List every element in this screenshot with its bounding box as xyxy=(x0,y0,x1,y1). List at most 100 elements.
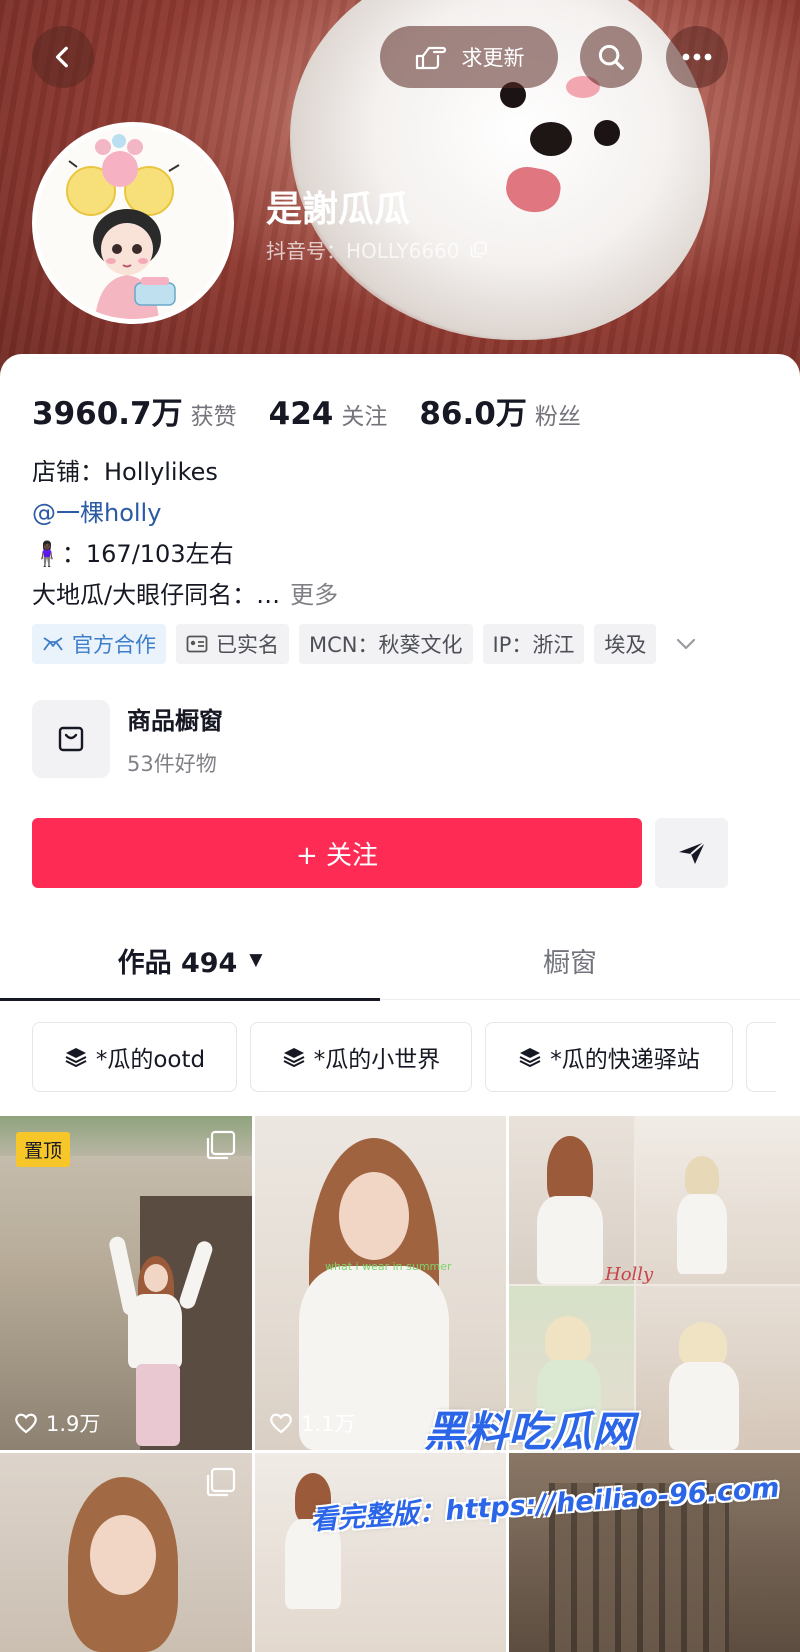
content-tabs: 作品 494 ▼ 橱窗 xyxy=(0,920,800,1001)
tag-ip[interactable]: IP：浙江 xyxy=(482,624,585,664)
video-grid: 置顶 1.9万 what i wear in summer 1.1万 Holly xyxy=(0,1116,800,1652)
share-button[interactable] xyxy=(655,818,728,888)
search-button[interactable] xyxy=(580,26,642,88)
tag-verified[interactable]: 已实名 xyxy=(176,624,289,664)
layers-icon xyxy=(519,1048,541,1068)
back-button[interactable] xyxy=(32,26,94,88)
shopping-bag-icon xyxy=(58,726,84,752)
multi-image-icon xyxy=(206,1130,236,1160)
tags-expand-button[interactable] xyxy=(666,624,706,664)
layers-icon xyxy=(65,1048,87,1068)
video-caption: what i wear in summer xyxy=(325,1260,452,1273)
video-thumbnail[interactable]: 置顶 1.9万 xyxy=(0,1116,252,1450)
video-thumbnail[interactable] xyxy=(255,1453,506,1652)
send-icon xyxy=(678,841,706,864)
stat-value: 86.0万 xyxy=(419,396,527,432)
bio-aliases-line: 大地瓜/大眼仔同名：… 更多 xyxy=(32,575,338,610)
shop-window-entry[interactable]: 商品橱窗 53件好物 xyxy=(32,700,223,778)
figure-hat xyxy=(545,1316,591,1362)
bio-shop-line: 店铺：Hollylikes xyxy=(32,458,218,486)
figure-hat xyxy=(679,1322,727,1366)
bio-height-text: ：167/103左右 xyxy=(61,540,234,568)
figure-arm xyxy=(107,1235,141,1317)
like-count-text: 1.9万 xyxy=(46,1412,101,1436)
bio-height-line: 🧍🏿‍♀️：167/103左右 xyxy=(32,534,234,569)
active-tab-indicator xyxy=(0,998,380,1001)
collection-chip[interactable]: *瓜的快递驿站 xyxy=(485,1022,733,1092)
tab-works[interactable]: 作品 494 ▼ xyxy=(0,920,380,1000)
tag-location[interactable]: 埃及 xyxy=(594,624,657,664)
stat-label: 获赞 xyxy=(190,404,237,430)
pointing-hand-icon xyxy=(415,46,446,70)
collection-chip[interactable]: *瓜的小世界 xyxy=(250,1022,472,1092)
watermark-title: 黑料吃瓜网 xyxy=(424,1407,635,1456)
bio-more-link[interactable]: 更多 xyxy=(290,581,338,609)
request-update-label: 求更新 xyxy=(461,46,525,70)
douyin-id-text: 抖音号：HOLLY6660 xyxy=(266,239,460,263)
more-button[interactable] xyxy=(666,26,728,88)
tag-official-cooperation[interactable]: 官方合作 xyxy=(32,624,166,664)
chevron-down-icon xyxy=(677,638,696,650)
caret-down-icon: ▼ xyxy=(249,950,263,970)
tag-mcn[interactable]: MCN：秋葵文化 xyxy=(299,624,473,664)
shop-title: 商品橱窗 xyxy=(127,706,223,735)
stat-following[interactable]: 424 关注 xyxy=(269,396,388,432)
pinned-badge: 置顶 xyxy=(16,1132,71,1167)
search-icon xyxy=(598,44,624,70)
collage-sign: Holly xyxy=(605,1264,654,1285)
bio-mention-link[interactable]: @一棵holly xyxy=(32,493,161,528)
dog-eye xyxy=(594,120,620,146)
stat-likes[interactable]: 3960.7万 获赞 xyxy=(32,388,237,433)
id-card-icon xyxy=(186,635,208,653)
avatar-illustration xyxy=(37,127,229,319)
video-thumbnail[interactable] xyxy=(0,1453,252,1652)
douyin-id[interactable]: 抖音号：HOLLY6660 xyxy=(266,235,488,264)
bio-aliases-text: 大地瓜/大眼仔同名：… xyxy=(32,581,281,609)
profile-name: 是謝瓜瓜 xyxy=(266,189,411,230)
follow-button[interactable]: + 关注 xyxy=(32,818,642,888)
shop-subtitle: 53件好物 xyxy=(127,751,217,776)
like-count: 1.1万 xyxy=(269,1408,355,1438)
stat-value: 3960.7万 xyxy=(32,396,183,432)
dog-nose xyxy=(530,122,572,156)
request-update-button[interactable]: 求更新 xyxy=(380,26,558,88)
stats-row: 3960.7万 获赞 424 关注 86.0万 粉丝 xyxy=(32,388,613,433)
shop-bag-tile xyxy=(32,700,110,778)
figure-hat xyxy=(685,1156,719,1196)
collections-row: *瓜的ootd *瓜的小世界 *瓜的快递驿站 xyxy=(32,1022,776,1092)
like-count: 1.9万 xyxy=(14,1408,100,1438)
tag-label: 官方合作 xyxy=(72,633,156,657)
collection-label: *瓜的ootd xyxy=(95,1047,206,1073)
more-dots-icon xyxy=(682,53,712,61)
figure-top xyxy=(669,1362,739,1450)
stat-followers[interactable]: 86.0万 粉丝 xyxy=(419,388,581,433)
handshake-icon xyxy=(43,637,63,651)
collection-chip[interactable]: *瓜的ootd xyxy=(32,1022,237,1092)
heart-outline-icon xyxy=(270,1413,292,1434)
figure-head xyxy=(144,1264,168,1292)
copy-icon[interactable] xyxy=(470,241,488,259)
figure-head xyxy=(339,1172,409,1260)
layers-icon xyxy=(283,1048,305,1068)
tab-window[interactable]: 橱窗 xyxy=(380,920,760,1000)
figure-pants xyxy=(136,1364,180,1446)
collection-label: *瓜的小世界 xyxy=(313,1047,441,1073)
figure-top xyxy=(677,1194,727,1274)
shop-text: 商品橱窗 53件好物 xyxy=(127,701,223,778)
collection-chip-partial[interactable] xyxy=(746,1022,776,1092)
stat-value: 424 xyxy=(268,396,334,432)
tab-works-label: 作品 494 xyxy=(117,947,238,979)
avatar[interactable] xyxy=(32,122,234,324)
multi-image-icon xyxy=(206,1467,236,1497)
heart-outline-icon xyxy=(15,1413,37,1434)
back-chevron-icon xyxy=(55,46,68,68)
profile-tags: 官方合作 已实名 MCN：秋葵文化 IP：浙江 埃及 xyxy=(32,624,706,664)
like-count-text: 1.1万 xyxy=(301,1412,356,1436)
tag-label: 已实名 xyxy=(216,633,279,657)
figure-top xyxy=(537,1196,603,1284)
stat-label: 关注 xyxy=(341,404,388,430)
figure-head xyxy=(90,1515,156,1595)
collection-label: *瓜的快递驿站 xyxy=(550,1047,700,1073)
bio-person-emoji: 🧍🏿‍♀️ xyxy=(32,540,62,568)
stat-label: 粉丝 xyxy=(534,404,581,430)
